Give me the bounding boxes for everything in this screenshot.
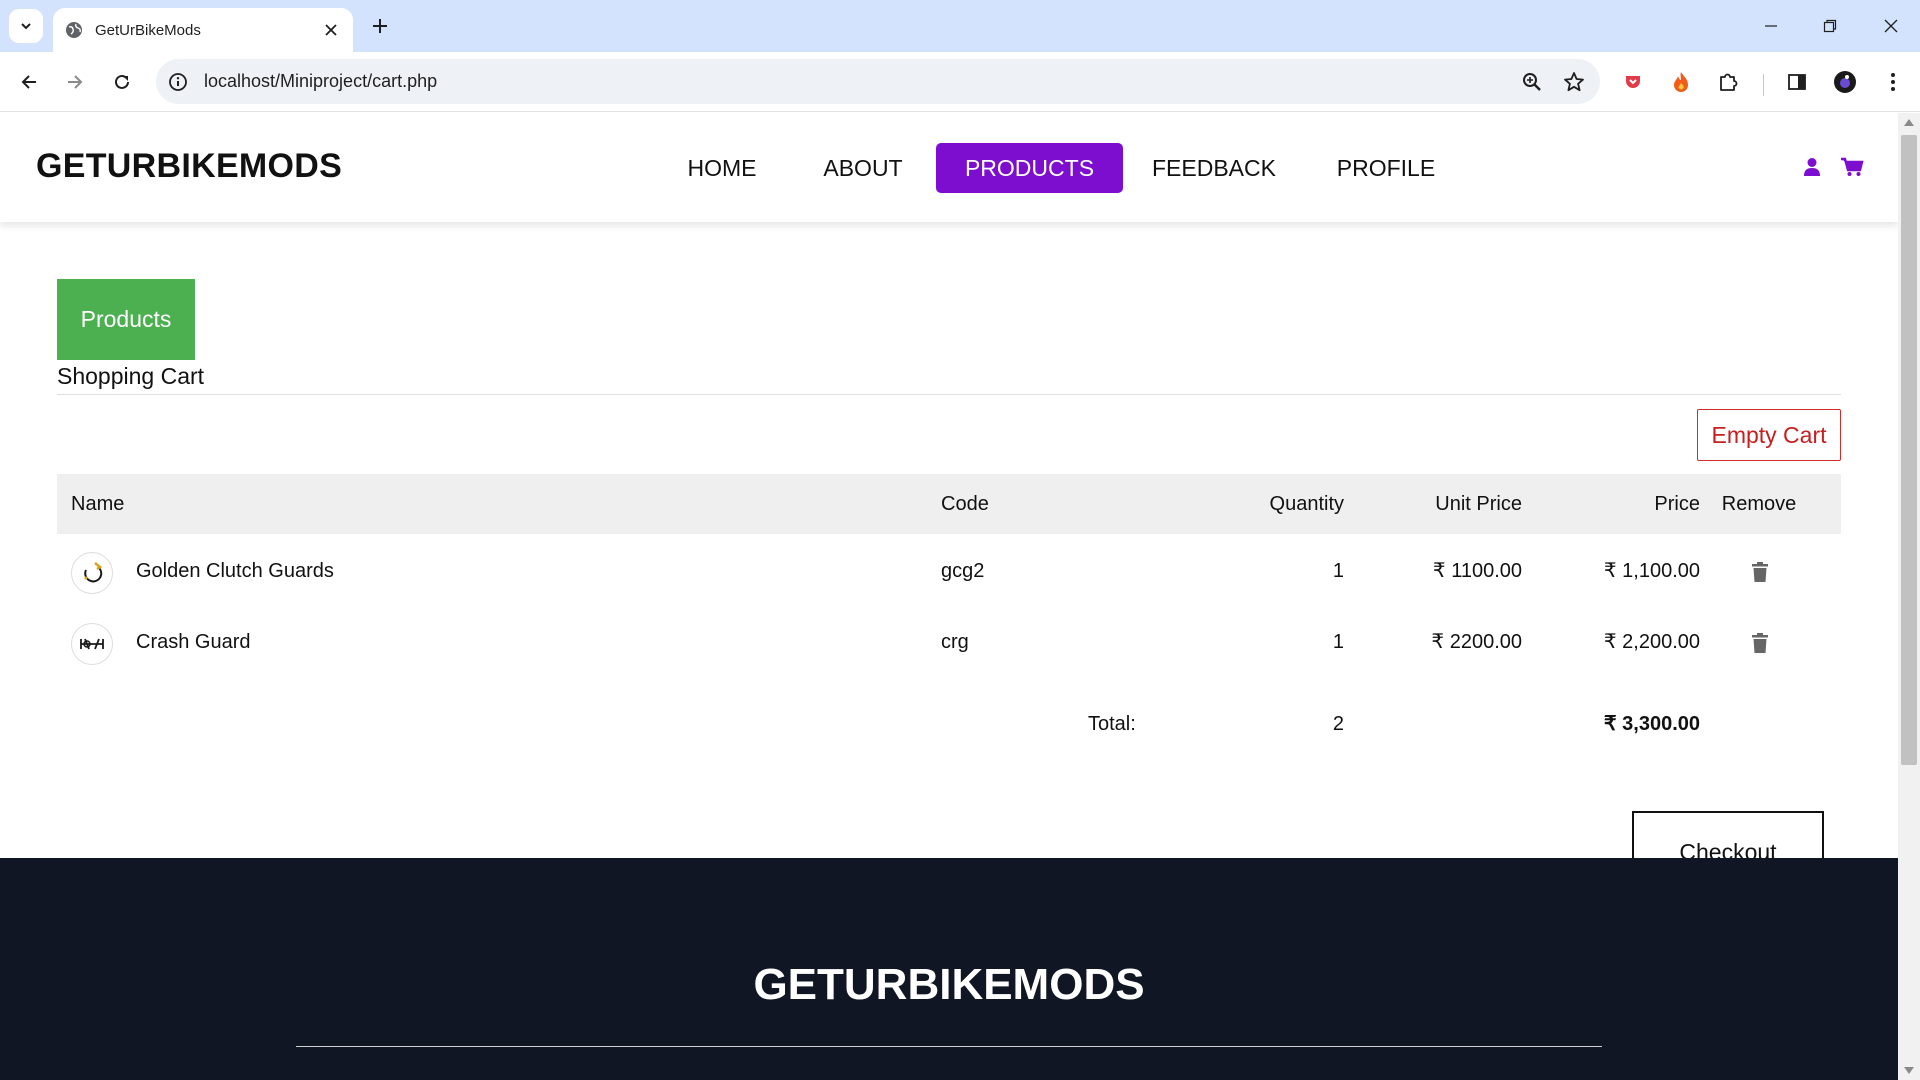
browser-menu-icon[interactable] <box>1877 66 1909 98</box>
footer-divider <box>296 1046 1602 1047</box>
zoom-icon[interactable] <box>1516 66 1548 98</box>
minimize-icon <box>1765 25 1777 27</box>
item-code: crg <box>941 631 969 653</box>
cart-icon[interactable] <box>1840 155 1864 179</box>
nav-home[interactable]: HOME <box>676 143 768 193</box>
tab-title: GetUrBikeMods <box>95 21 201 39</box>
site-footer: GETURBIKEMODS <box>0 858 1898 1080</box>
nav-feedback[interactable]: FEEDBACK <box>1148 143 1280 193</box>
page-title: Shopping Cart <box>57 363 205 389</box>
bookmark-star-icon[interactable] <box>1558 66 1590 98</box>
minimize-button[interactable] <box>1748 8 1794 44</box>
item-name[interactable]: Crash Guard <box>136 607 251 678</box>
item-unit-price: ₹ 2200.00 <box>1431 631 1522 653</box>
side-panel-icon[interactable] <box>1781 66 1813 98</box>
total-quantity: 2 <box>1332 713 1344 735</box>
reload-icon <box>115 74 129 89</box>
trash-icon[interactable] <box>1749 631 1771 655</box>
address-bar[interactable]: localhost/Miniproject/cart.php <box>156 59 1600 104</box>
profile-avatar-icon[interactable] <box>1829 66 1861 98</box>
page-viewport: GETURBIKEMODS HOME ABOUT PRODUCTS FEEDBA… <box>0 113 1898 1080</box>
item-name[interactable]: Golden Clutch Guards <box>136 536 334 607</box>
nav-profile[interactable]: PROFILE <box>1330 143 1442 193</box>
footer-brand: GETURBIKEMODS <box>753 960 1145 1009</box>
product-thumbnail <box>71 623 113 665</box>
table-row: Golden Clutch Guards gcg2 1 ₹ 1100.00 ₹ … <box>57 536 1841 607</box>
globe-icon <box>65 21 83 39</box>
forward-button[interactable] <box>57 64 93 100</box>
item-price: ₹ 2,200.00 <box>1603 631 1700 653</box>
tab-search-button[interactable] <box>9 9 43 43</box>
reload-button[interactable] <box>104 64 140 100</box>
site-brand[interactable]: GETURBIKEMODS <box>36 147 342 186</box>
new-tab-button[interactable] <box>366 12 394 40</box>
scroll-down-arrow[interactable] <box>1904 1067 1914 1074</box>
close-icon <box>1884 19 1898 33</box>
item-code: gcg2 <box>941 560 985 582</box>
item-unit-price: ₹ 1100.00 <box>1432 560 1522 582</box>
close-window-button[interactable] <box>1868 8 1914 44</box>
header-remove: Remove <box>1721 493 1797 515</box>
empty-cart-button[interactable]: Empty Cart <box>1697 409 1841 461</box>
nav-products[interactable]: PRODUCTS <box>936 143 1123 193</box>
arrow-left-icon <box>21 75 36 89</box>
table-row: Crash Guard crg 1 ₹ 2200.00 ₹ 2,200.00 <box>57 607 1841 678</box>
total-price: ₹ 3,300.00 <box>1603 713 1700 735</box>
products-button[interactable]: Products <box>57 279 195 360</box>
user-icon[interactable] <box>1800 155 1824 179</box>
extensions-puzzle-icon[interactable] <box>1712 66 1744 98</box>
browser-tab-strip: GetUrBikeMods <box>0 0 1920 52</box>
arrow-right-icon <box>68 75 83 89</box>
product-thumbnail <box>71 552 113 594</box>
total-label: Total: <box>1088 713 1136 735</box>
plus-icon <box>373 19 387 33</box>
heading-divider <box>57 394 1841 395</box>
info-icon[interactable] <box>168 72 188 92</box>
table-header: Name Code Quantity Unit Price Price Remo… <box>57 474 1841 534</box>
page-scrollbar[interactable] <box>1898 113 1920 1080</box>
header-name: Name <box>71 493 125 515</box>
browser-toolbar: localhost/Miniproject/cart.php <box>0 52 1920 112</box>
total-row: Total: 2 ₹ 3,300.00 <box>57 679 1841 769</box>
scroll-up-arrow[interactable] <box>1904 119 1914 126</box>
pocket-extension-icon[interactable] <box>1617 66 1649 98</box>
trash-icon[interactable] <box>1749 560 1771 584</box>
chevron-down-icon <box>21 23 31 30</box>
header-code: Code <box>941 493 989 515</box>
restore-button[interactable] <box>1807 8 1853 44</box>
header-unit-price: Unit Price <box>1435 493 1522 515</box>
item-price: ₹ 1,100.00 <box>1603 560 1700 582</box>
restore-icon <box>1823 19 1837 33</box>
fire-extension-icon[interactable] <box>1665 66 1697 98</box>
header-price: Price <box>1654 493 1700 515</box>
url-text[interactable]: localhost/Miniproject/cart.php <box>204 71 1516 92</box>
scroll-thumb[interactable] <box>1901 135 1917 765</box>
back-button[interactable] <box>11 64 47 100</box>
nav-about[interactable]: ABOUT <box>812 143 914 193</box>
toolbar-separator <box>1763 74 1764 96</box>
browser-tab[interactable]: GetUrBikeMods <box>53 8 353 52</box>
site-header: GETURBIKEMODS HOME ABOUT PRODUCTS FEEDBA… <box>0 113 1898 222</box>
tab-close-icon[interactable] <box>321 20 341 40</box>
